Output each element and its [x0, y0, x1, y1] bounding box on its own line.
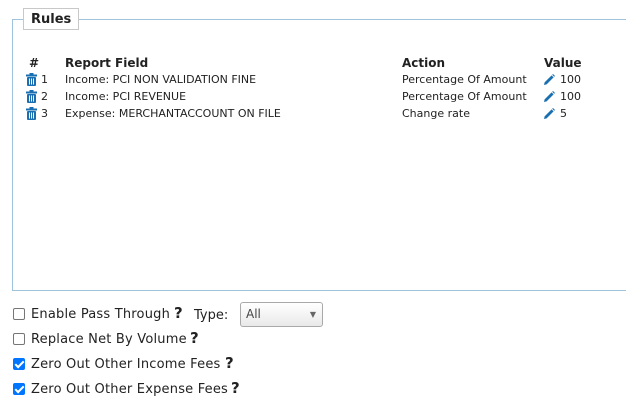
table-row: 1 Income: PCI NON VALIDATION FINE Percen…: [0, 71, 626, 88]
row-report-field: Income: PCI REVENUE: [65, 90, 187, 103]
pencil-icon[interactable]: [543, 74, 555, 86]
replace-net-by-volume-checkbox[interactable]: [13, 333, 25, 345]
zero-out-income-label[interactable]: Zero Out Other Income Fees: [31, 356, 221, 374]
column-header-number: #: [29, 56, 40, 70]
enable-pass-through-checkbox[interactable]: [13, 308, 25, 320]
type-label: Type:: [194, 308, 229, 323]
trash-icon[interactable]: [26, 90, 37, 103]
help-icon[interactable]: ?: [231, 379, 240, 397]
pencil-icon[interactable]: [543, 91, 555, 103]
type-select-value: All: [246, 307, 261, 321]
help-icon[interactable]: ?: [190, 329, 199, 347]
column-header-action: Action: [402, 56, 446, 70]
enable-pass-through-label[interactable]: Enable Pass Through: [31, 306, 170, 324]
row-number: 3: [41, 107, 48, 120]
column-header-value: Value: [544, 56, 582, 70]
table-row: 3 Expense: MERCHANTACCOUNT ON FILE Chang…: [0, 105, 626, 122]
row-value: 100: [560, 90, 581, 103]
type-select[interactable]: All ▼: [240, 302, 323, 327]
zero-out-income-checkbox[interactable]: [13, 358, 25, 370]
row-action: Percentage Of Amount: [402, 73, 527, 86]
row-number: 1: [41, 73, 48, 86]
row-action: Percentage Of Amount: [402, 90, 527, 103]
column-header-report-field: Report Field: [65, 56, 149, 70]
row-number: 2: [41, 90, 48, 103]
pencil-icon[interactable]: [543, 108, 555, 120]
zero-out-expense-label[interactable]: Zero Out Other Expense Fees: [31, 381, 228, 399]
help-icon[interactable]: ?: [174, 304, 183, 322]
row-action: Change rate: [402, 107, 470, 120]
zero-out-expense-checkbox[interactable]: [13, 383, 25, 395]
row-value: 100: [560, 73, 581, 86]
row-value: 5: [560, 107, 567, 120]
table-row: 2 Income: PCI REVENUE Percentage Of Amou…: [0, 88, 626, 105]
rules-legend: Rules: [23, 8, 80, 30]
row-report-field: Income: PCI NON VALIDATION FINE: [65, 73, 257, 86]
help-icon[interactable]: ?: [225, 354, 234, 372]
trash-icon[interactable]: [26, 73, 37, 86]
replace-net-by-volume-label[interactable]: Replace Net By Volume: [31, 331, 187, 349]
row-report-field: Expense: MERCHANTACCOUNT ON FILE: [65, 107, 281, 120]
trash-icon[interactable]: [26, 107, 37, 120]
chevron-down-icon: ▼: [309, 310, 316, 319]
